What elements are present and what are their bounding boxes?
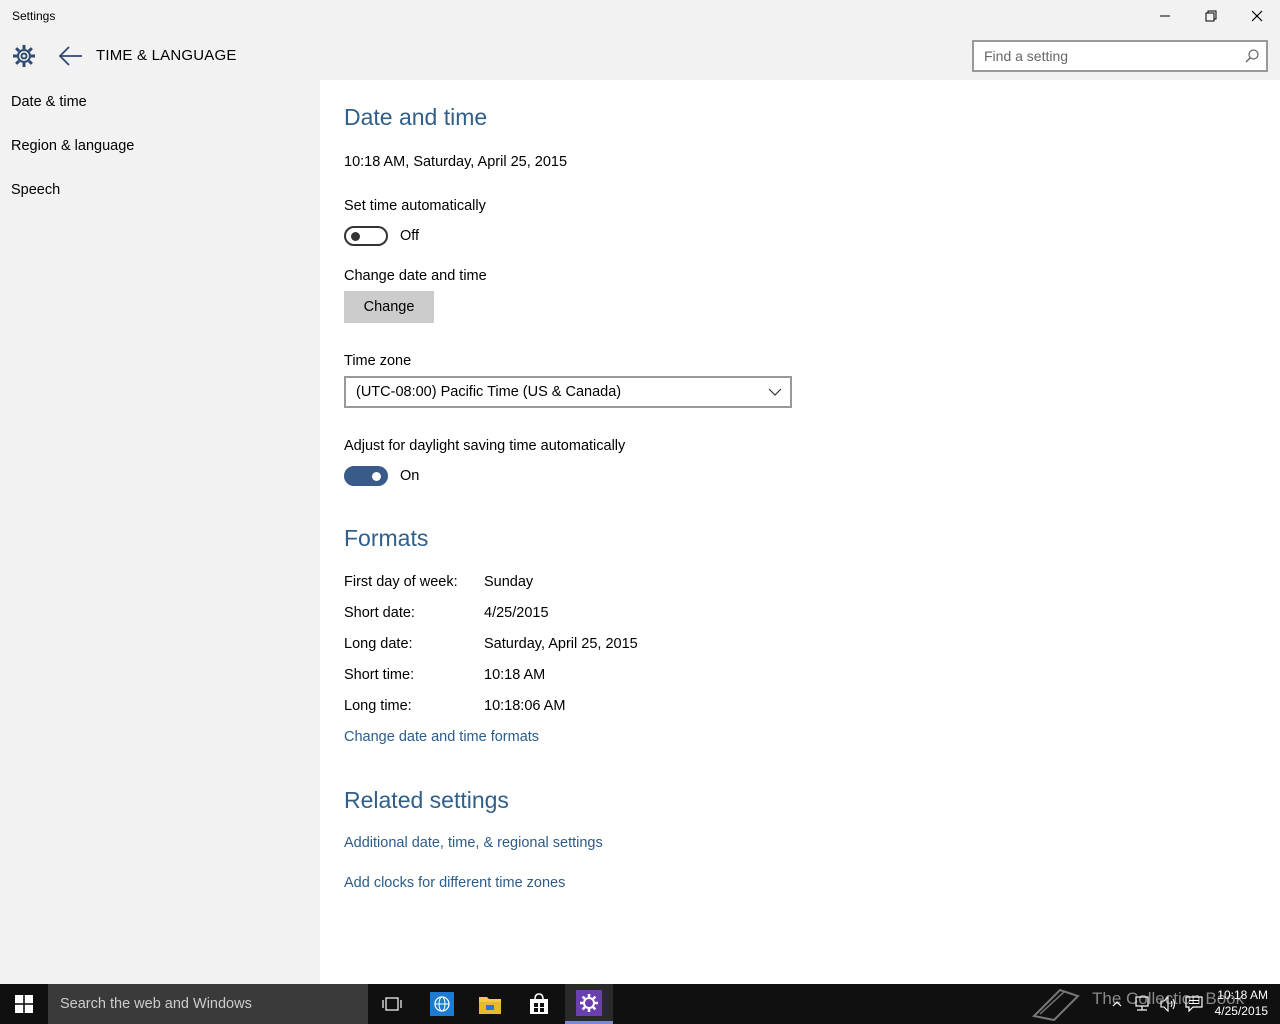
minimize-icon [1160, 15, 1170, 17]
gear-icon[interactable] [12, 44, 36, 68]
speaker-icon [1160, 996, 1176, 1012]
main-content: Date and time 10:18 AM, Saturday, April … [320, 80, 1280, 984]
windows-logo-icon [15, 995, 33, 1013]
timezone-dropdown[interactable]: (UTC-08:00) Pacific Time (US & Canada) [344, 376, 792, 408]
format-value: 10:18 AM [484, 667, 546, 683]
restore-button[interactable] [1188, 0, 1234, 32]
format-label: First day of week: [344, 574, 458, 590]
format-label: Long time: [344, 698, 412, 714]
browser-icon [430, 992, 454, 1016]
change-formats-link[interactable]: Change date and time formats [344, 729, 539, 745]
clock-date: 4/25/2015 [1214, 1004, 1268, 1018]
folder-icon [479, 997, 501, 1014]
taskbar-search[interactable]: Search the web and Windows [48, 984, 368, 1024]
search-box[interactable] [972, 40, 1268, 72]
format-value: 10:18:06 AM [484, 698, 566, 714]
change-button[interactable]: Change [344, 291, 434, 323]
taskbar-browser[interactable] [418, 984, 466, 1024]
volume-tray[interactable] [1156, 984, 1180, 1024]
timezone-label: Time zone [344, 353, 412, 369]
set-time-auto-toggle[interactable] [344, 226, 388, 246]
chevron-up-icon [1112, 1001, 1122, 1007]
settings-app-icon [576, 989, 602, 1016]
show-hidden-icons-button[interactable] [1108, 984, 1126, 1024]
sidebar-item-speech[interactable]: Speech [11, 182, 60, 198]
network-tray[interactable] [1130, 984, 1154, 1024]
taskbar-file-explorer[interactable] [466, 984, 514, 1024]
task-view-icon [382, 997, 402, 1011]
format-value: Saturday, April 25, 2015 [484, 636, 638, 652]
format-label: Long date: [344, 636, 413, 652]
notification-icon [1185, 996, 1203, 1012]
additional-settings-link[interactable]: Additional date, time, & regional settin… [344, 835, 603, 851]
action-center-tray[interactable] [1182, 984, 1206, 1024]
search-icon[interactable] [1244, 48, 1260, 64]
current-datetime: 10:18 AM, Saturday, April 25, 2015 [344, 154, 568, 170]
clock-time: 10:18 AM [1217, 988, 1268, 1002]
taskbar-clock[interactable]: 10:18 AM 4/25/2015 [1215, 987, 1268, 1019]
sidebar-item-date-time[interactable]: Date & time [11, 94, 87, 110]
minimize-button[interactable] [1142, 0, 1188, 32]
change-datetime-label: Change date and time [344, 268, 487, 284]
section-heading-related: Related settings [344, 787, 509, 813]
set-time-auto-state: Off [400, 228, 420, 244]
format-value: 4/25/2015 [484, 605, 549, 621]
start-button[interactable] [0, 984, 48, 1024]
format-label: Short time: [344, 667, 415, 683]
back-arrow-icon[interactable] [58, 44, 84, 68]
window-title: Settings [12, 9, 56, 23]
network-icon [1135, 996, 1149, 1011]
close-button[interactable] [1234, 0, 1280, 32]
section-heading-date-time: Date and time [344, 104, 488, 130]
taskbar-search-placeholder: Search the web and Windows [60, 996, 252, 1012]
book-logo-icon [1031, 988, 1080, 1022]
taskbar: Search the web and Windows The Collectio… [0, 984, 1280, 1024]
title-bar: Settings [0, 0, 1280, 34]
search-input[interactable] [974, 42, 1224, 70]
close-icon [1251, 10, 1263, 22]
sidebar: Date & time Region & language Speech [0, 80, 320, 984]
taskbar-settings[interactable] [565, 984, 613, 1024]
dst-state: On [400, 468, 420, 484]
task-view-button[interactable] [368, 984, 416, 1024]
timezone-value: (UTC-08:00) Pacific Time (US & Canada) [356, 384, 622, 400]
chevron-down-icon [768, 388, 782, 396]
dst-label: Adjust for daylight saving time automati… [344, 438, 626, 454]
add-clocks-link[interactable]: Add clocks for different time zones [344, 875, 565, 891]
format-label: Short date: [344, 605, 415, 621]
set-time-auto-label: Set time automatically [344, 198, 486, 214]
section-heading-formats: Formats [344, 525, 429, 551]
sidebar-item-region-language[interactable]: Region & language [11, 138, 134, 154]
restore-icon [1205, 10, 1217, 22]
store-icon [530, 993, 548, 1014]
dst-toggle[interactable] [344, 466, 388, 486]
settings-header: TIME & LANGUAGE [0, 34, 1280, 80]
page-title: TIME & LANGUAGE [96, 47, 237, 64]
taskbar-store[interactable] [515, 984, 563, 1024]
format-value: Sunday [484, 574, 534, 590]
